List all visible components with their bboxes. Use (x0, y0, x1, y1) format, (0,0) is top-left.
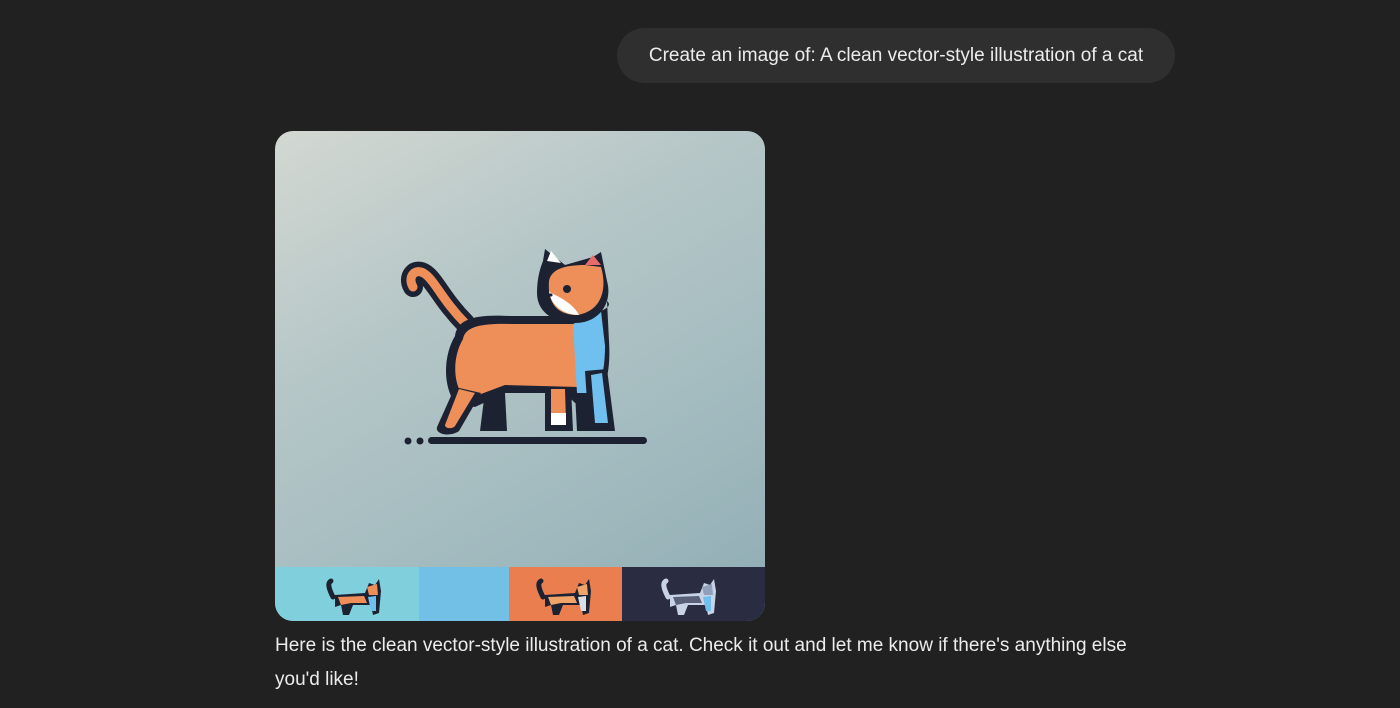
image-variant-dark[interactable] (622, 567, 765, 621)
cat-head (537, 249, 609, 323)
generated-image[interactable] (275, 131, 765, 621)
image-variant-blue[interactable] (419, 567, 509, 621)
cat-eye (563, 285, 571, 293)
ground-line (404, 437, 647, 445)
cat-illustration (401, 249, 647, 445)
image-variant-orange[interactable] (509, 567, 622, 621)
chat-page: Create an image of: A clean vector-style… (0, 0, 1400, 708)
user-message-text: Create an image of: A clean vector-style… (648, 44, 1144, 66)
user-message-bubble: Create an image of: A clean vector-style… (617, 28, 1175, 83)
image-variant-teal[interactable] (275, 567, 419, 621)
assistant-message-text: Here is the clean vector-style illustrat… (275, 635, 1127, 690)
image-variant-strip (275, 567, 765, 621)
